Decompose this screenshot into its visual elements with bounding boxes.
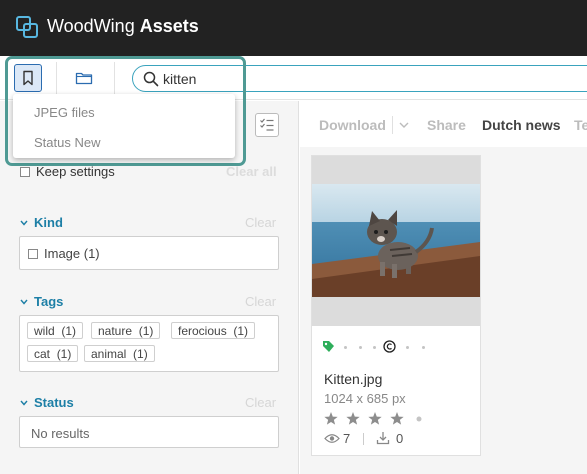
kitten-thumbnail[interactable] [312, 184, 480, 297]
facet-tags-title: Tags [34, 294, 64, 309]
tag-chip-label: cat [34, 347, 51, 361]
facet-kind-item-label: Image (1) [44, 246, 100, 261]
asset-stats: 7 0 [324, 431, 474, 447]
tag-chip-label: wild [34, 324, 55, 338]
checklist-icon [260, 118, 274, 131]
rating-star-filled[interactable] [324, 412, 338, 425]
keep-settings-checkbox[interactable]: Keep settings [20, 164, 115, 179]
download-button[interactable]: Download [319, 117, 386, 133]
tag-chip-count: (1) [56, 347, 72, 361]
app-title: WoodWing Assets [47, 16, 199, 37]
saved-searches-dropdown: JPEG files Status New [13, 94, 235, 158]
tag-chip[interactable]: ferocious (1) [171, 322, 256, 339]
asset-card[interactable]: Kitten.jpg 1024 x 685 px 7 0 [311, 155, 481, 456]
tag-chip[interactable]: nature (1) [91, 322, 161, 339]
facet-status-box: No results [19, 416, 279, 448]
saved-search-item[interactable]: JPEG files [34, 105, 95, 120]
thumbnail-frame [312, 156, 480, 326]
facet-kind-clear[interactable]: Clear [245, 215, 276, 230]
tag-chip-label: animal [91, 347, 127, 361]
facet-tags-header[interactable]: Tags [20, 294, 63, 309]
app-title-bold: Assets [139, 16, 199, 36]
tag-chip-label: ferocious [178, 324, 227, 338]
stats-divider [363, 433, 364, 445]
asset-file-name[interactable]: Kitten.jpg [324, 371, 382, 387]
checkbox-box[interactable] [20, 166, 30, 177]
rating-stars[interactable] [324, 412, 424, 426]
asset-dimensions: 1024 x 685 px [324, 391, 406, 406]
placeholder-dot [406, 346, 409, 349]
app-title-regular: WoodWing [47, 16, 140, 36]
share-button[interactable]: Share [427, 117, 466, 133]
checkbox-box[interactable] [28, 248, 38, 259]
woodwing-logo-icon[interactable] [15, 15, 39, 39]
placeholder-dot [359, 346, 362, 349]
tag-chip-label: nature [98, 324, 133, 338]
action-bar: Download Share Dutch news Te [300, 101, 587, 147]
keep-settings-label: Keep settings [36, 164, 115, 179]
facet-tags-clear[interactable]: Clear [245, 294, 276, 309]
copyright-icon[interactable] [383, 340, 396, 353]
tag-chip[interactable]: animal (1) [84, 345, 155, 362]
facet-status-clear[interactable]: Clear [245, 395, 276, 410]
dutch-news-button[interactable]: Dutch news [482, 117, 561, 133]
chevron-down-icon[interactable] [399, 122, 409, 129]
asset-icon-row [322, 339, 472, 355]
tag-chip-count: (1) [133, 347, 148, 361]
saved-search-item[interactable]: Status New [34, 135, 100, 150]
facet-kind-title: Kind [34, 215, 63, 230]
facet-status-empty: No results [31, 426, 90, 441]
eye-icon [324, 434, 340, 443]
more-action-button[interactable]: Te [574, 117, 587, 133]
rating-star-empty[interactable] [416, 416, 422, 422]
rating-star-filled[interactable] [346, 412, 360, 425]
download-icon [376, 432, 390, 445]
tag-chip[interactable]: wild (1) [27, 322, 84, 339]
tag-chip[interactable]: cat (1) [27, 345, 79, 362]
facet-kind-box: Image (1) [19, 236, 279, 270]
clear-all-button[interactable]: Clear all [226, 164, 277, 179]
views-count: 7 [343, 431, 351, 446]
chevron-down-icon [20, 400, 28, 406]
filter-settings-icon[interactable] [255, 113, 279, 137]
facet-kind-header[interactable]: Kind [20, 215, 63, 230]
rating-star-filled[interactable] [390, 412, 404, 425]
placeholder-dot [373, 346, 376, 349]
facet-status-title: Status [34, 395, 74, 410]
placeholder-dot [344, 346, 347, 349]
tag-chip-count: (1) [233, 324, 249, 338]
rating-star-filled[interactable] [368, 412, 382, 425]
tag-icon[interactable] [322, 340, 335, 353]
facet-status-header[interactable]: Status [20, 395, 74, 410]
downloads-count: 0 [396, 431, 404, 446]
facet-tags-box: wild (1) nature (1) ferocious (1) cat (1… [19, 315, 279, 372]
action-divider [392, 116, 393, 134]
facet-kind-item[interactable]: Image (1) [28, 246, 100, 261]
tag-chip-count: (1) [138, 324, 154, 338]
placeholder-dot [422, 346, 425, 349]
chevron-down-icon [20, 299, 28, 305]
tag-chip-count: (1) [61, 324, 77, 338]
chevron-down-icon [20, 220, 28, 226]
app-header: WoodWing Assets [0, 0, 587, 56]
